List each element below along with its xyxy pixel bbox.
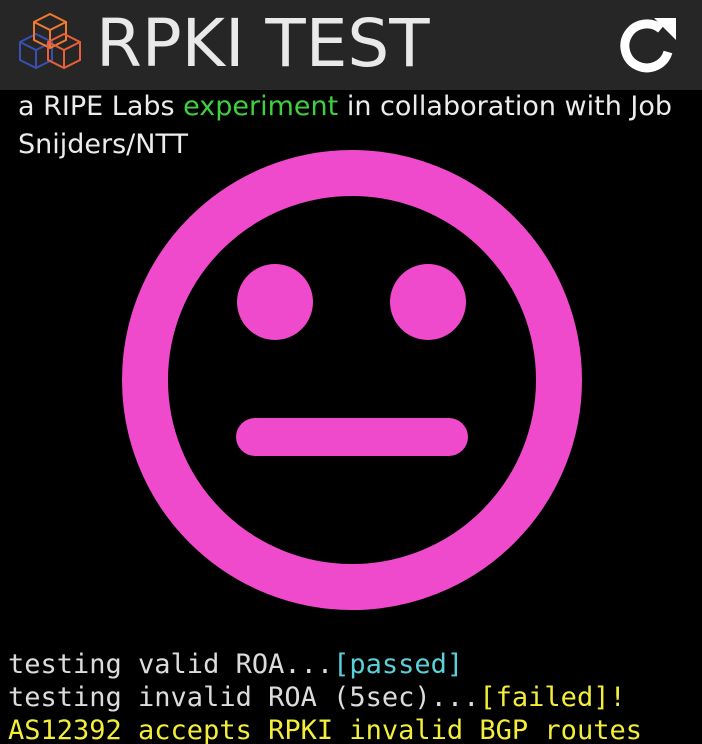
face-right-eye — [390, 264, 466, 340]
refresh-icon[interactable] — [616, 12, 682, 78]
subtitle-prefix: a RIPE Labs — [18, 91, 184, 122]
experiment-link[interactable]: experiment — [183, 91, 338, 122]
console-line-valid-roa-text: testing valid ROA... — [8, 649, 334, 680]
neutral-face-icon — [122, 150, 582, 610]
status-passed: [passed] — [333, 649, 464, 680]
console-line-valid-roa: testing valid ROA...[passed] — [8, 648, 642, 681]
face-mouth — [236, 418, 468, 456]
header-bar: RPKI TEST — [0, 0, 702, 90]
face-outline — [122, 150, 582, 610]
console-line-invalid-roa-text: testing invalid ROA (5sec)... — [8, 682, 480, 713]
console-line-invalid-roa: testing invalid ROA (5sec)...[failed]! — [8, 681, 642, 714]
status-failed: [failed]! — [479, 682, 626, 713]
test-console: testing valid ROA...[passed] testing inva… — [8, 648, 642, 744]
page: RPKI TEST a RIPE Labs experiment in coll… — [0, 0, 702, 744]
page-title: RPKI TEST — [96, 5, 430, 82]
console-line-result: AS12392 accepts RPKI invalid BGP routes — [8, 715, 642, 744]
face-left-eye — [237, 264, 313, 340]
ripe-cube-logo-icon — [19, 12, 81, 70]
